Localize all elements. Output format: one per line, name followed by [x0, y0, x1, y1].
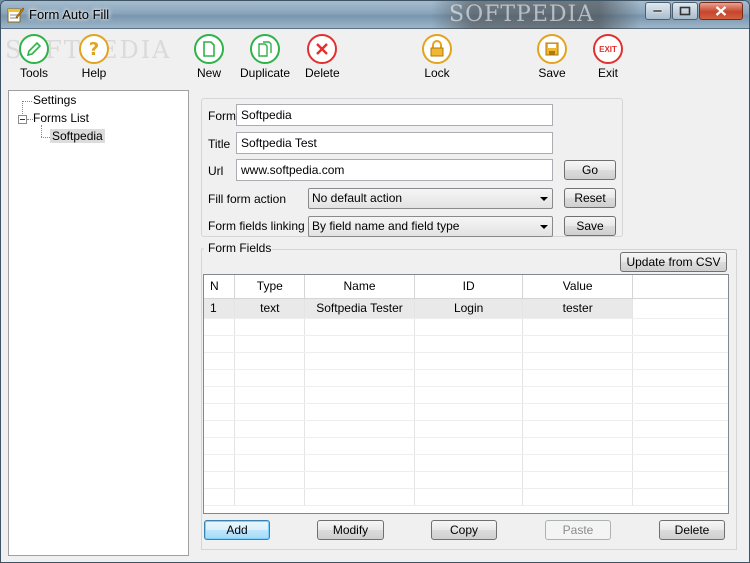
fields-table: N Type Name ID Value 1 text Softpedia Te… [204, 275, 728, 506]
minimize-button[interactable] [645, 2, 671, 20]
empty-table-row [204, 386, 728, 404]
fill-action-value: No default action [312, 191, 403, 205]
close-button[interactable] [699, 2, 743, 20]
softpedia-watermark: SOFTPEDIA [431, 1, 641, 29]
chevron-down-icon [540, 197, 548, 201]
column-header-id[interactable]: ID [414, 275, 524, 299]
save-toolbar-button[interactable]: Save [537, 34, 567, 80]
help-button[interactable]: ? Help [79, 34, 109, 80]
empty-table-row [204, 352, 728, 370]
empty-table-row [204, 471, 728, 489]
tree-item-settings[interactable]: Settings [33, 93, 76, 107]
empty-table-row [204, 437, 728, 455]
help-label: Help [81, 66, 107, 80]
empty-table-row [204, 318, 728, 336]
form-editor-panel: Form Softpedia Title Softpedia Test Url … [192, 90, 745, 556]
save-label: Save [538, 66, 566, 80]
paste-button: Paste [545, 520, 611, 540]
app-notepad-icon [7, 7, 24, 23]
floppy-disk-icon [537, 34, 567, 64]
modify-button[interactable]: Modify [317, 520, 384, 540]
delete-x-icon [307, 34, 338, 64]
column-header-type[interactable]: Type [234, 275, 306, 299]
tree-item-forms-list[interactable]: Forms List [33, 111, 89, 125]
lock-icon [422, 34, 452, 64]
question-icon: ? [79, 34, 109, 64]
duplicate-document-icon [250, 34, 281, 64]
tree-line [22, 101, 32, 102]
form-fields-title: Form Fields [207, 241, 273, 255]
title-label: Title [208, 137, 231, 151]
column-header-value[interactable]: Value [522, 275, 633, 299]
lock-label: Lock [424, 66, 450, 80]
empty-table-row [204, 335, 728, 353]
delete-label: Delete [305, 66, 340, 80]
duplicate-button[interactable]: Duplicate [240, 34, 290, 80]
copy-button[interactable]: Copy [431, 520, 497, 540]
table-header-row: N Type Name ID Value [204, 275, 728, 299]
save-button[interactable]: Save [564, 216, 616, 236]
minimize-icon [653, 9, 663, 13]
tree-item-settings-label: Settings [33, 93, 77, 107]
go-button[interactable]: Go [564, 160, 616, 180]
column-header-name[interactable]: Name [304, 275, 415, 299]
maximize-icon [679, 6, 691, 16]
cell-id: Login [414, 298, 524, 319]
exit-button[interactable]: EXIT Exit [593, 34, 623, 80]
close-icon [715, 6, 727, 16]
new-document-icon [194, 34, 224, 64]
url-label: Url [208, 164, 224, 178]
form-label: Form [208, 109, 236, 123]
empty-table-row [204, 488, 728, 506]
toolbar: SOFTPEDIA Tools ? Help New Duplicate [1, 30, 749, 87]
title-bar[interactable]: Form Auto Fill SOFTPEDIA [1, 1, 749, 29]
update-from-csv-button[interactable]: Update from CSV [620, 252, 727, 272]
chevron-down-icon [540, 225, 548, 229]
url-field[interactable]: www.softpedia.com [236, 159, 553, 181]
empty-table-row [204, 403, 728, 421]
cell-n: 1 [204, 298, 236, 319]
empty-table-row [204, 369, 728, 387]
cell-type: text [234, 298, 306, 319]
column-header-n[interactable]: N [204, 275, 236, 299]
collapse-toggle-icon[interactable] [18, 115, 27, 124]
maximize-button[interactable] [672, 2, 698, 20]
pencil-icon [19, 34, 49, 64]
lock-button[interactable]: Lock [422, 34, 452, 80]
new-button[interactable]: New [194, 34, 224, 80]
exit-label: Exit [597, 66, 618, 80]
new-label: New [196, 66, 221, 80]
app-window: Form Auto Fill SOFTPEDIA SOFTPEDIA Tools… [0, 0, 750, 563]
tree-item-form[interactable]: Softpedia [50, 129, 105, 143]
fields-linking-value: By field name and field type [312, 219, 460, 233]
empty-table-row [204, 420, 728, 438]
tree-item-forms-list-label: Forms List [33, 111, 90, 125]
tools-button[interactable]: Tools [19, 34, 49, 80]
cell-value: tester [522, 298, 633, 319]
cell-filler [632, 298, 728, 319]
fill-action-select[interactable]: No default action [308, 188, 553, 209]
window-title: Form Auto Fill [29, 7, 110, 22]
column-header-filler [632, 275, 728, 299]
tree-line [41, 137, 50, 138]
add-button[interactable]: Add [204, 520, 270, 540]
tools-label: Tools [19, 66, 48, 80]
fill-action-label: Fill form action [208, 192, 287, 206]
fields-linking-label: Form fields linking [208, 219, 305, 233]
tree-line [41, 125, 42, 137]
title-field[interactable]: Softpedia Test [236, 132, 553, 154]
fields-linking-select[interactable]: By field name and field type [308, 216, 553, 237]
tree-item-form-label: Softpedia [50, 129, 105, 143]
forms-tree[interactable]: Settings Forms List Softpedia [8, 90, 189, 556]
table-row[interactable]: 1 text Softpedia Tester Login tester [204, 298, 728, 319]
cell-name: Softpedia Tester [304, 298, 415, 319]
empty-table-row [204, 454, 728, 472]
delete-toolbar-button[interactable]: Delete [305, 34, 340, 80]
duplicate-label: Duplicate [240, 66, 291, 80]
form-name-field[interactable]: Softpedia [236, 104, 553, 126]
exit-icon: EXIT [593, 34, 623, 64]
form-fields-table[interactable]: N Type Name ID Value 1 text Softpedia Te… [203, 274, 729, 514]
reset-button[interactable]: Reset [564, 188, 616, 208]
delete-button[interactable]: Delete [659, 520, 725, 540]
